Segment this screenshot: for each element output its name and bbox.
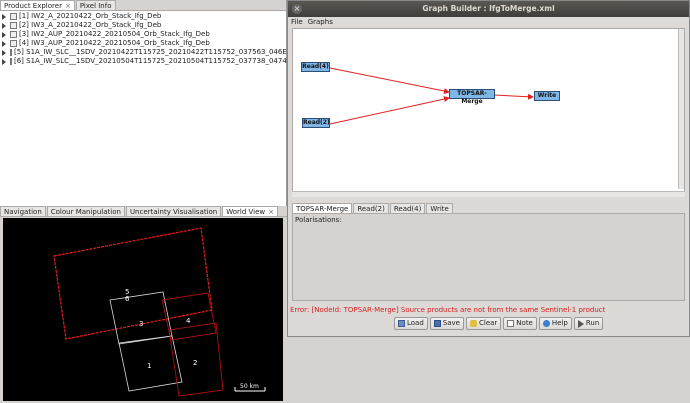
- tab-read2[interactable]: Read(2): [353, 203, 389, 213]
- menu-bar: File Graphs: [288, 17, 689, 27]
- note-button[interactable]: Note: [503, 317, 537, 330]
- tab-read4[interactable]: Read(4): [389, 203, 426, 213]
- product-explorer-panel: Product Explorer × Pixel Info [1] IW2_A_2…: [0, 0, 317, 206]
- expand-icon[interactable]: [2, 31, 6, 38]
- broom-icon: [469, 320, 477, 327]
- left-top-tabbar: Product Explorer × Pixel Info: [0, 0, 286, 11]
- list-item[interactable]: [5] S1A_IW_SLC__1SDV_20210422T115725_202…: [2, 48, 316, 57]
- tab-write[interactable]: Write: [426, 203, 453, 213]
- tab-label: Colour Manipulation: [50, 208, 121, 216]
- tab-label: Pixel Info: [79, 2, 112, 10]
- node-properties-panel: Polarisations:: [292, 213, 685, 301]
- close-icon[interactable]: ×: [268, 208, 274, 216]
- tab-topsar-merge[interactable]: TOPSAR-Merge: [292, 203, 353, 213]
- tab-label: Product Explorer: [4, 2, 62, 10]
- expand-icon[interactable]: [2, 49, 6, 56]
- help-icon: [542, 320, 550, 327]
- tab-label: World View: [226, 208, 266, 216]
- edge-read2-merge: [329, 96, 450, 125]
- list-item[interactable]: [2] IW3_A_20210422_Orb_Stack_Ifg_Deb: [2, 21, 284, 30]
- run-label: Run: [585, 319, 600, 327]
- help-label: Help: [551, 319, 568, 327]
- save-icon: [433, 320, 441, 327]
- graph-canvas[interactable]: Read(4) TOPSAR-Merge Read(2) Write: [292, 28, 685, 196]
- save-button[interactable]: Save: [429, 317, 464, 330]
- window-title: Graph Builder : IfgToMerge.xml: [422, 4, 555, 13]
- note-icon: [507, 320, 515, 327]
- tab-label: Uncertainty Visualisation: [129, 208, 218, 216]
- product-label: [6] S1A_IW_SLC__1SDV_20210504T115725_202…: [14, 57, 317, 65]
- run-button[interactable]: Run: [573, 317, 604, 330]
- expand-icon[interactable]: [2, 40, 6, 47]
- list-item[interactable]: [4] IW3_AUP_20210422_20210504_Orb_Stack_…: [2, 39, 284, 48]
- node-read2[interactable]: Read(2): [302, 118, 330, 128]
- list-item[interactable]: [1] IW2_A_20210422_Orb_Stack_Ifg_Deb: [2, 12, 284, 21]
- product-icon: [10, 22, 17, 29]
- graph-edges: [329, 67, 534, 125]
- polarisations-label: Polarisations:: [295, 216, 342, 224]
- play-icon: [577, 319, 584, 328]
- left-bottom-tabbar: Navigation Colour Manipulation Uncertain…: [0, 206, 287, 217]
- product-icon: [10, 40, 17, 47]
- product-icon: [10, 58, 12, 65]
- tab-uncertainty-visualisation[interactable]: Uncertainty Visualisation: [125, 206, 222, 216]
- list-item[interactable]: [3] IW2_AUP_20210422_20210504_Orb_Stack_…: [2, 30, 284, 39]
- clear-button[interactable]: Clear: [465, 317, 502, 330]
- world-view-panel: Navigation Colour Manipulation Uncertain…: [0, 206, 287, 401]
- close-icon[interactable]: ×: [65, 2, 71, 10]
- folder-icon: [398, 320, 405, 327]
- footprint-label-6: 6: [125, 295, 130, 303]
- product-icon: [10, 49, 12, 56]
- edge-merge-write: [493, 93, 534, 100]
- tab-label: Navigation: [4, 208, 42, 216]
- footprint-map: 1 2 3 4 5 6 50 km: [53, 227, 266, 397]
- close-icon[interactable]: ×: [292, 4, 302, 14]
- load-button[interactable]: Load: [394, 317, 428, 330]
- tab-product-explorer[interactable]: Product Explorer ×: [0, 0, 75, 10]
- vertical-scrollbar[interactable]: [678, 29, 684, 189]
- product-icon: [10, 31, 17, 38]
- expand-icon[interactable]: [2, 22, 6, 29]
- expand-icon[interactable]: [2, 13, 6, 20]
- help-button[interactable]: Help: [538, 317, 572, 330]
- footprint-label-4: 4: [186, 317, 191, 325]
- tab-colour-manipulation[interactable]: Colour Manipulation: [46, 206, 125, 216]
- footprint-label-1: 1: [147, 362, 151, 370]
- node-read4[interactable]: Read(4): [301, 62, 330, 72]
- horizontal-scrollbar[interactable]: [292, 191, 685, 197]
- edge-read4-merge: [329, 67, 450, 94]
- scale-label: 50 km: [240, 383, 259, 390]
- product-label: [4] IW3_AUP_20210422_20210504_Orb_Stack_…: [19, 39, 210, 47]
- note-label: Note: [516, 319, 533, 327]
- product-label: [2] IW3_A_20210422_Orb_Stack_Ifg_Deb: [19, 21, 162, 29]
- world-view-map[interactable]: 1 2 3 4 5 6 50 km: [3, 218, 283, 401]
- menu-graphs[interactable]: Graphs: [308, 17, 333, 27]
- error-message: Error: [NodeId: TOPSAR-Merge] Source pro…: [290, 306, 606, 314]
- button-bar: Load Save Clear Note Help Run: [394, 317, 605, 330]
- clear-label: Clear: [478, 319, 498, 327]
- expand-icon[interactable]: [2, 58, 6, 65]
- tab-navigation[interactable]: Navigation: [0, 206, 46, 216]
- product-icon: [10, 13, 17, 20]
- product-label: [1] IW2_A_20210422_Orb_Stack_Ifg_Deb: [19, 12, 162, 20]
- tab-world-view[interactable]: World View ×: [222, 206, 279, 216]
- load-label: Load: [407, 319, 424, 327]
- node-write[interactable]: Write: [534, 91, 560, 101]
- list-item[interactable]: [6] S1A_IW_SLC__1SDV_20210504T115725_202…: [2, 57, 317, 66]
- footprint-label-2: 2: [193, 359, 197, 367]
- menu-file[interactable]: File: [291, 17, 303, 27]
- node-tabbar: TOPSAR-Merge Read(2) Read(4) Write: [292, 203, 454, 213]
- window-titlebar[interactable]: × Graph Builder : IfgToMerge.xml: [288, 1, 689, 17]
- product-list: [1] IW2_A_20210422_Orb_Stack_Ifg_Deb [2]…: [0, 11, 317, 67]
- tab-pixel-info[interactable]: Pixel Info: [75, 0, 116, 10]
- node-topsar-merge[interactable]: TOPSAR-Merge: [449, 89, 495, 105]
- product-label: [3] IW2_AUP_20210422_20210504_Orb_Stack_…: [19, 30, 210, 38]
- product-label: [5] S1A_IW_SLC__1SDV_20210422T115725_202…: [14, 48, 317, 56]
- save-label: Save: [442, 319, 460, 327]
- graph-builder-window: × Graph Builder : IfgToMerge.xml File Gr…: [287, 0, 690, 337]
- footprint-label-3: 3: [139, 320, 143, 328]
- background: [287, 337, 690, 401]
